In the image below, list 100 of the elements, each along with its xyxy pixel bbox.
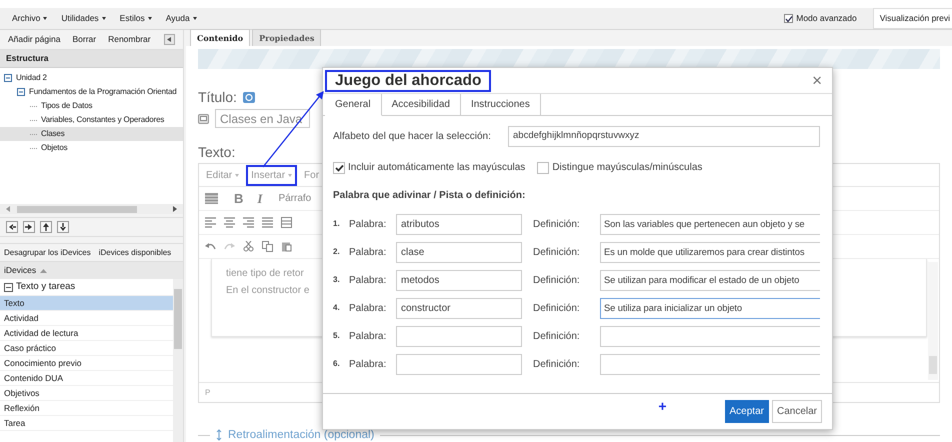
list-item[interactable]: Actividad <box>0 311 173 326</box>
field-label: Palabra: <box>349 358 388 372</box>
help-icon <box>242 92 255 102</box>
alphabet-input[interactable]: abcdefghijklmnñopqrstuvwxyz <box>508 126 820 147</box>
toolbar-button[interactable]: Borrar <box>72 33 96 46</box>
field-label: Palabra: <box>349 302 388 316</box>
field-label: Definición: <box>533 358 581 372</box>
tab[interactable]: Propiedades <box>252 29 322 46</box>
advanced-mode-checkbox[interactable]: Modo avanzado <box>784 12 857 25</box>
toolbar-icon[interactable] <box>205 193 218 204</box>
scrollbar-thumb[interactable] <box>174 289 182 349</box>
cut-icon[interactable] <box>243 241 254 252</box>
title-input[interactable]: Clases en Java <box>215 109 310 128</box>
row-number: 1. <box>333 218 341 230</box>
word-input[interactable] <box>396 354 522 374</box>
move-left-icon[interactable] <box>6 221 18 233</box>
paste-icon[interactable] <box>281 241 292 252</box>
scroll-right-icon[interactable] <box>172 206 177 212</box>
resize-icon <box>216 429 222 441</box>
definition-input[interactable] <box>600 354 820 374</box>
field-label: Texto: <box>198 144 236 160</box>
accept-button[interactable]: Aceptar <box>724 400 769 423</box>
word-input[interactable] <box>396 326 522 346</box>
field-label: Definición: <box>533 218 581 232</box>
row-number: 2. <box>333 246 341 258</box>
field-label: Definición: <box>533 246 581 260</box>
word-input[interactable]: constructor <box>396 298 522 318</box>
tree-item[interactable]: Clases <box>0 127 183 141</box>
list-item[interactable]: Objetivos <box>0 386 173 401</box>
panel-tab[interactable]: Desagrupar los iDevices <box>4 246 91 258</box>
field-label: Definición: <box>533 274 581 288</box>
table-icon[interactable] <box>281 217 292 228</box>
tab[interactable]: General <box>325 94 382 116</box>
list-item[interactable]: Texto <box>0 296 173 311</box>
sort-icon <box>40 268 48 273</box>
row-number: 6. <box>333 358 341 370</box>
tree-item[interactable]: Fundamentos de la Programación Orientad <box>0 85 183 99</box>
panel-tab[interactable]: iDevices disponibles <box>98 246 172 258</box>
field-label: Definición: <box>533 330 581 344</box>
tree-item[interactable]: Tipos de Datos <box>0 99 183 113</box>
scrollbar-thumb[interactable] <box>17 206 137 212</box>
copy-icon[interactable] <box>262 241 273 252</box>
word-input[interactable]: clase <box>396 242 522 262</box>
field-label: Palabra: <box>349 246 388 260</box>
field-label: Alfabeto del que hacer la selección: <box>333 130 492 144</box>
definition-input[interactable]: Se utilizan para modificar el estado de un objeto <box>600 270 820 290</box>
field-label: Título: <box>198 89 237 105</box>
list-item[interactable]: Reflexión <box>0 401 173 416</box>
menu-item[interactable]: Estilos <box>120 12 152 25</box>
tree-item[interactable]: Unidad 2 <box>0 71 183 85</box>
preview-button[interactable]: Visualización previ <box>872 8 952 29</box>
menu-item[interactable]: Archivo <box>12 12 48 25</box>
collapse-icon[interactable] <box>164 34 175 45</box>
paragraph: En el constructor e <box>226 284 310 298</box>
word-input[interactable]: metodos <box>396 270 522 290</box>
word-input[interactable]: atributos <box>396 214 522 234</box>
undo-icon[interactable] <box>205 241 216 252</box>
row-number: 3. <box>333 274 341 286</box>
list-item[interactable]: Actividad de lectura <box>0 326 173 341</box>
scroll-left-icon[interactable] <box>6 206 11 212</box>
tree-item[interactable]: Objetos <box>0 141 183 155</box>
field-label: Palabra: <box>349 218 388 232</box>
list-item[interactable]: Tarea <box>0 416 173 431</box>
field-label: Palabra: <box>349 274 388 288</box>
toolbar-button[interactable]: Añadir página <box>8 33 60 46</box>
option-checkbox[interactable]: Incluir automáticamente las mayúsculas <box>333 160 526 175</box>
scrollbar[interactable] <box>928 262 938 380</box>
definition-input[interactable]: Se utiliza para inicializar un objeto <box>600 298 820 318</box>
move-up-icon[interactable] <box>40 221 52 233</box>
paragraph: tiene tipo de retor <box>226 267 304 281</box>
option-checkbox[interactable]: Distingue mayúsculas/minúsculas <box>537 160 702 175</box>
tab[interactable]: Contenido <box>190 29 250 46</box>
list-item[interactable]: Contenido DUA <box>0 371 173 386</box>
field-label: Definición: <box>533 302 581 316</box>
column-header[interactable]: iDevices <box>4 264 36 277</box>
bold-button[interactable]: B <box>234 188 244 208</box>
align-center-icon[interactable] <box>224 217 235 228</box>
definition-input[interactable]: Son las variables que pertenecen aun objeto y se <box>600 214 820 234</box>
menu-item[interactable]: Ayuda <box>166 12 197 25</box>
definition-input[interactable] <box>600 326 820 346</box>
list-item[interactable]: Conocimiento previo <box>0 356 173 371</box>
format-dropdown[interactable]: Párrafo <box>278 191 312 206</box>
align-right-icon[interactable] <box>243 217 254 228</box>
definition-input[interactable]: Es un molde que utilizaremos para crear distintos <box>600 242 820 262</box>
row-number: 5. <box>333 330 341 342</box>
align-left-icon[interactable] <box>205 217 216 228</box>
list-item[interactable]: Caso práctico <box>0 341 173 356</box>
cancel-button[interactable]: Cancelar <box>772 400 822 423</box>
field-label: Palabra: <box>349 330 388 344</box>
row-number: 4. <box>333 302 341 314</box>
dialog-title: Juego del ahorcado <box>325 70 492 92</box>
justify-icon[interactable] <box>262 217 273 228</box>
italic-button[interactable]: I <box>257 188 262 208</box>
move-down-icon[interactable] <box>57 221 69 233</box>
move-right-icon[interactable] <box>23 221 35 233</box>
tab[interactable]: Accesibilidad <box>382 94 461 115</box>
close-button[interactable]: × <box>812 72 822 89</box>
menu-item[interactable]: Utilidades <box>61 12 106 25</box>
toolbar-button[interactable]: Renombrar <box>108 33 151 46</box>
tree-item[interactable]: Variables, Constantes y Operadores <box>0 113 183 127</box>
